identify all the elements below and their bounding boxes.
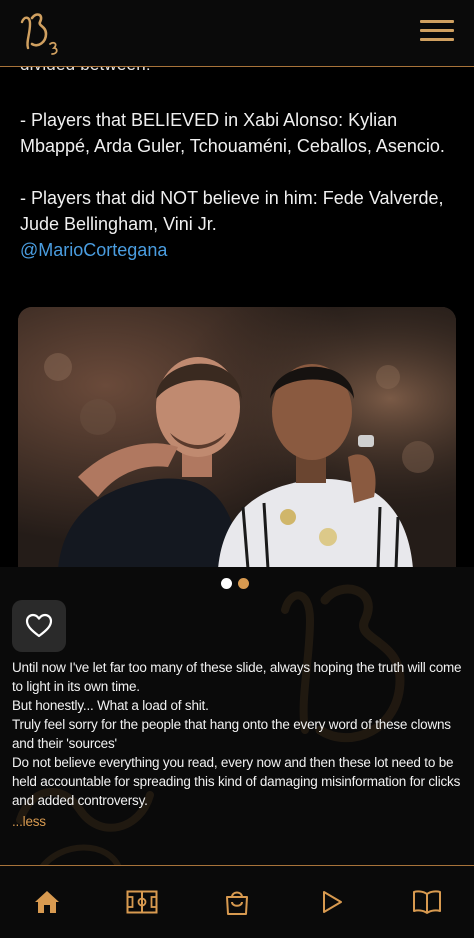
nav-read[interactable] (407, 882, 447, 922)
nav-play[interactable] (312, 882, 352, 922)
tweet-text: - Players that BELIEVED in Xabi Alonso: … (20, 107, 450, 263)
post-caption: Until now I've let far too many of these… (12, 658, 464, 831)
tweet-line-believed: - Players that BELIEVED in Xabi Alonso: … (20, 110, 445, 156)
book-icon (412, 890, 441, 914)
nav-home[interactable] (27, 882, 67, 922)
nav-shop[interactable] (217, 882, 257, 922)
nav-pitch[interactable] (122, 882, 162, 922)
post-photo[interactable] (18, 307, 456, 567)
app-header (0, 0, 474, 67)
show-less-link[interactable]: ...less (12, 812, 464, 831)
hamburger-menu-icon[interactable] (420, 20, 454, 46)
caption-line: Do not believe everything you read, ever… (12, 755, 461, 808)
like-button[interactable] (12, 600, 66, 652)
play-icon (322, 891, 342, 913)
caption-line: Until now I've let far too many of these… (12, 660, 462, 694)
tweet-cut-text: divided between: (20, 67, 151, 75)
tweet-line-not-believed: - Players that did NOT believe in him: F… (20, 188, 444, 234)
tweet-mention-link[interactable]: @MarioCortegana (20, 237, 450, 263)
bottom-navigation (0, 865, 474, 938)
caption-line: Truly feel sorry for the people that han… (12, 717, 451, 751)
shop-bag-icon (225, 891, 248, 915)
carousel-dot-2[interactable] (238, 578, 249, 589)
carousel-indicator (221, 576, 255, 594)
carousel-dot-1[interactable] (221, 578, 232, 589)
brand-logo[interactable] (16, 8, 68, 60)
post-content: divided between: - Players that BELIEVED… (0, 67, 474, 567)
home-icon (35, 891, 60, 913)
pitch-icon (126, 890, 158, 914)
heart-icon (25, 613, 53, 638)
caption-line: But honestly... What a load of shit. (12, 698, 209, 713)
